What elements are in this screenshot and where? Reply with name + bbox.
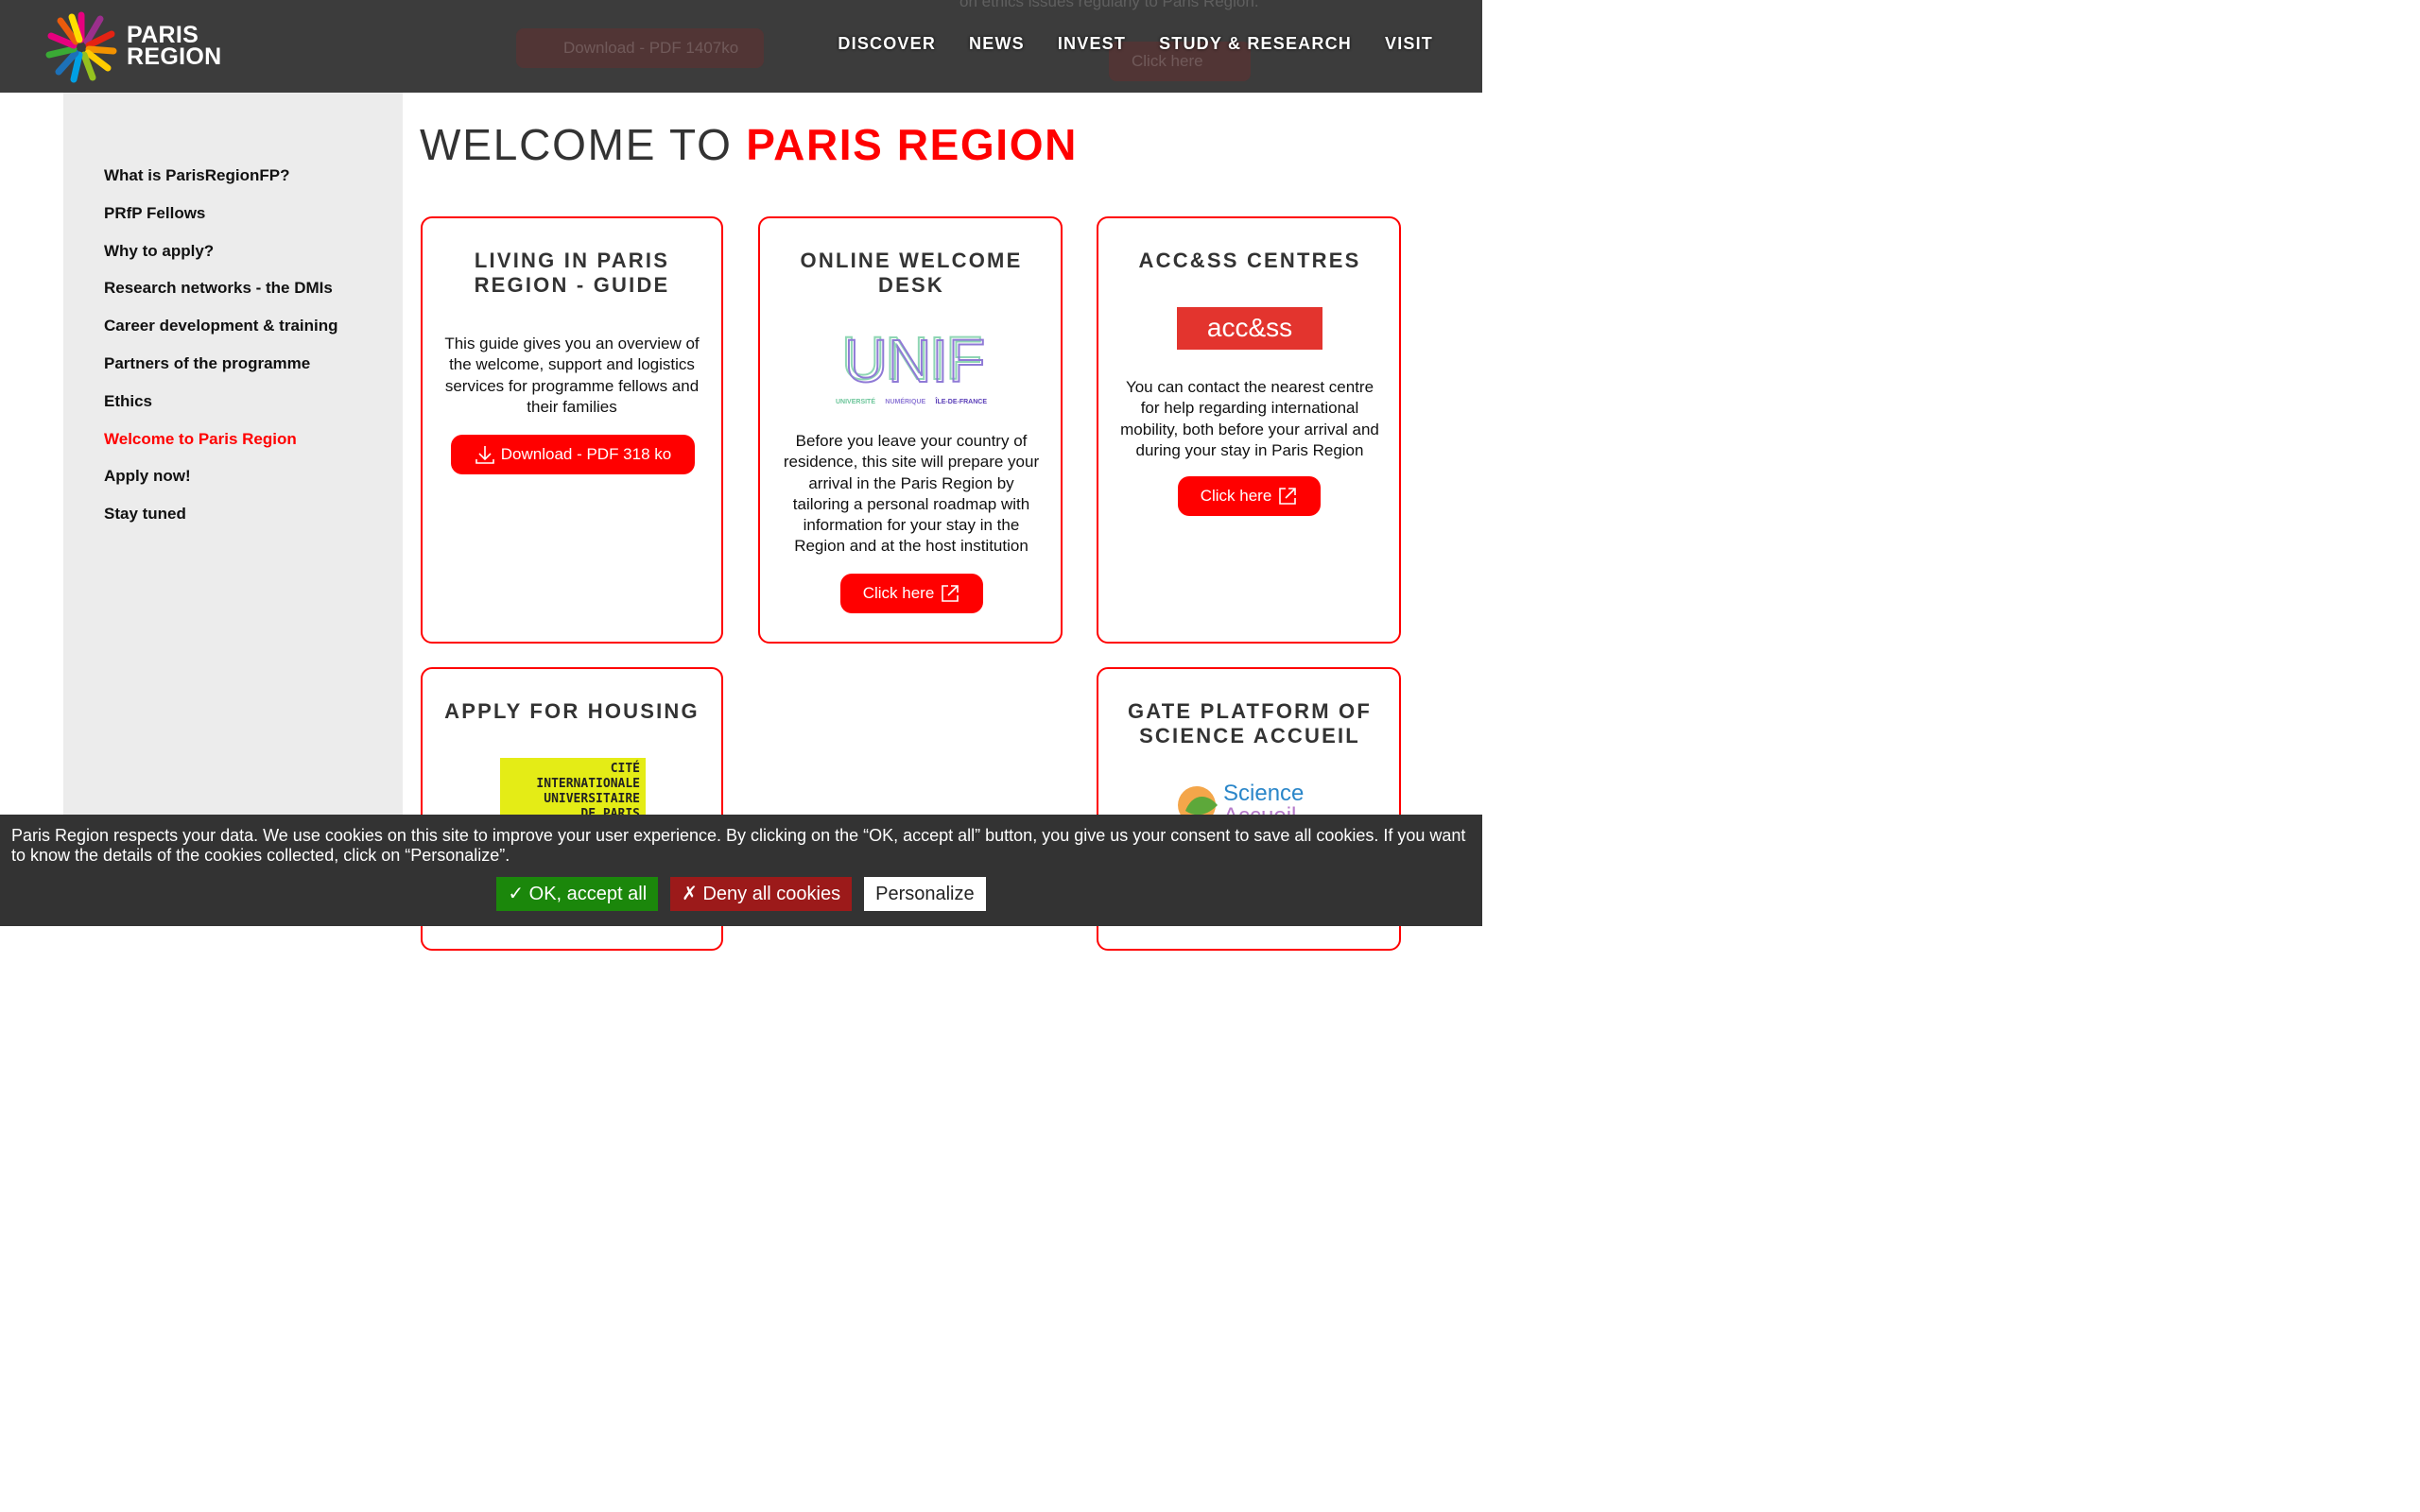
unif-logo-subtitle: UNIVERSITÉ NUMÉRIQUE ÎLE-DE-FRANCE [836,399,987,405]
page-title-prefix: WELCOME TO [420,120,733,169]
unif-logo: UNIF UNIF UNIVERSITÉ NUMÉRIQUE ÎLE-DE-FR… [836,323,987,411]
download-pdf-button[interactable]: Download - PDF 318 ko [451,435,695,474]
logo-line-2: REGION [127,43,222,70]
cookie-personalize-button[interactable]: Personalize [864,877,986,911]
sidebar-item-ethics[interactable]: Ethics [104,392,338,430]
sidebar-item-partners[interactable]: Partners of the programme [104,354,338,392]
card-description: Before you leave your country of residen… [783,432,1040,556]
card-online-welcome-desk: ONLINE WELCOME DESK UNIF UNIF UNIVERSITÉ… [758,216,1063,644]
cite-logo-line-1: CITÉ [610,762,640,776]
sidebar: What is ParisRegionFP? PRfP Fellows Why … [63,93,403,926]
logo-wordmark: PARIS REGION [127,24,222,70]
access-click-here-button[interactable]: Click here [1178,476,1321,516]
sunburst-logo-icon [45,11,117,83]
card-access-centres: ACC&SS CENTRES acc&ss You can contact th… [1097,216,1401,644]
unif-sub-1: UNIVERSITÉ [836,399,876,405]
download-button-label: Download - PDF 318 ko [500,445,672,463]
card-title: ACC&SS CENTRES [1138,249,1361,272]
download-icon [475,446,494,464]
cookie-actions: ✓ OK, accept all ✗ Deny all cookies Pers… [0,877,1482,911]
cookie-message: Paris Region respects your data. We use … [11,826,1466,865]
unif-sub-2: NUMÉRIQUE [885,399,926,405]
background-ghost-download-button: Download - PDF 1407ko [516,28,764,68]
nav-study-research[interactable]: STUDY & RESEARCH [1159,34,1352,54]
sidebar-item-career-development[interactable]: Career development & training [104,317,338,354]
card-title: GATE PLATFORM OF SCIENCE ACCUEIL [1127,699,1373,747]
cookie-banner: Paris Region respects your data. We use … [0,815,1482,926]
sidebar-item-apply-now[interactable]: Apply now! [104,467,338,505]
sidebar-item-research-networks[interactable]: Research networks - the DMIs [104,279,338,317]
paris-region-logo[interactable]: PARIS REGION [40,11,222,83]
access-logo: acc&ss [1177,307,1322,350]
sidebar-item-why-apply[interactable]: Why to apply? [104,242,338,280]
external-link-icon [942,585,959,602]
sidebar-item-fellows[interactable]: PRfP Fellows [104,204,338,242]
click-here-label: Click here [1200,487,1272,505]
card-title: LIVING IN PARIS REGION - GUIDE [474,249,670,297]
card-description: You can contact the nearest centre for h… [1120,378,1379,459]
unif-logo-icon: UNIF UNIF [840,323,986,396]
cite-logo-line-2: INTERNATIONALE [536,777,640,791]
sidebar-item-what-is[interactable]: What is ParisRegionFP? [104,166,338,204]
cookie-deny-all-button[interactable]: ✗ Deny all cookies [670,877,853,911]
card-description: This guide gives you an overview of the … [444,335,700,416]
sidebar-menu: What is ParisRegionFP? PRfP Fellows Why … [104,166,338,542]
site-header: on ethics issues regularly to Paris Regi… [0,0,1482,93]
sidebar-item-welcome[interactable]: Welcome to Paris Region [104,430,338,468]
page-title-highlight: PARIS REGION [746,120,1078,169]
nav-invest[interactable]: INVEST [1058,34,1126,54]
card-title: APPLY FOR HOUSING [444,699,700,723]
nav-news[interactable]: NEWS [969,34,1025,54]
nav-visit[interactable]: VISIT [1385,34,1433,54]
unif-click-here-button[interactable]: Click here [840,574,983,613]
page-title: WELCOME TO PARIS REGION [420,119,1078,170]
background-ghost-text: on ethics issues regularly to Paris Regi… [959,0,1259,10]
card-title: ONLINE WELCOME DESK [800,249,1023,297]
nav-discover[interactable]: DISCOVER [838,34,936,54]
click-here-label: Click here [862,584,935,602]
unif-sub-3: ÎLE-DE-FRANCE [935,399,987,405]
svg-text:UNIF: UNIF [844,327,985,388]
external-link-icon [1279,488,1297,505]
card-living-guide: LIVING IN PARIS REGION - GUIDE This guid… [421,216,723,644]
main-navigation: DISCOVER NEWS INVEST STUDY & RESEARCH VI… [838,34,1433,54]
cookie-accept-all-button[interactable]: ✓ OK, accept all [496,877,659,911]
sidebar-item-stay-tuned[interactable]: Stay tuned [104,505,338,542]
cite-logo-line-3: UNIVERSITAIRE [544,792,640,806]
